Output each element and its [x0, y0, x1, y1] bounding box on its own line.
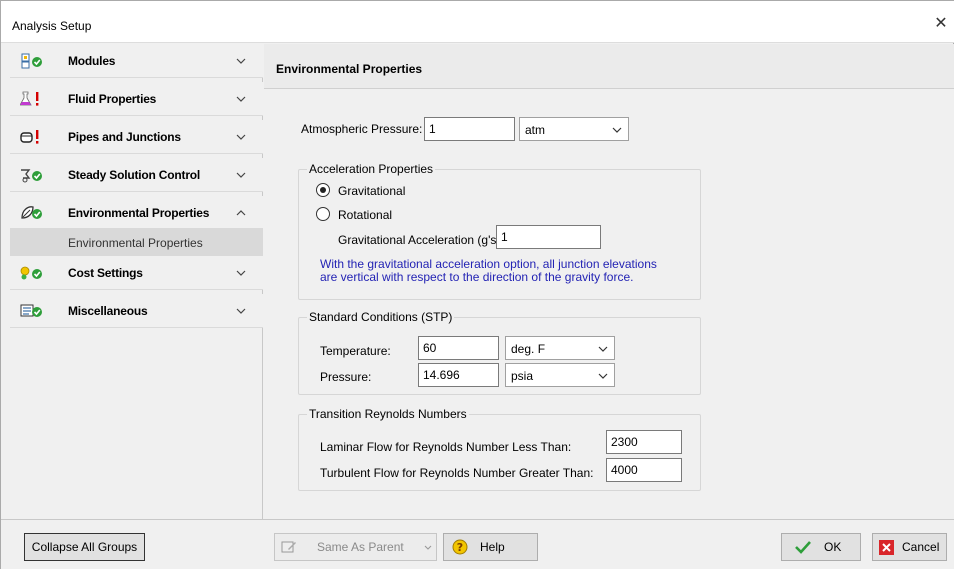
- pipes-junctions-warning-icon: [20, 130, 39, 144]
- turbulent-flow-label: Turbulent Flow for Reynolds Number Great…: [320, 466, 594, 480]
- ok-label: OK: [824, 540, 842, 554]
- chevron-down-icon: [236, 96, 246, 102]
- gravitational-radio[interactable]: [316, 183, 330, 197]
- cancel-button[interactable]: Cancel: [872, 533, 947, 561]
- gravitational-acceleration-input[interactable]: 1: [496, 225, 601, 249]
- chevron-up-icon: [236, 210, 246, 216]
- environmental-properties-icon: [21, 206, 42, 219]
- help-label: Help: [480, 540, 505, 554]
- cancel-x-icon: [879, 539, 894, 555]
- cancel-label: Cancel: [902, 540, 940, 554]
- acceleration-properties-legend: Acceleration Properties: [307, 162, 436, 176]
- turbulent-flow-input[interactable]: 4000: [606, 458, 682, 482]
- svg-text:?: ?: [457, 541, 463, 554]
- dialog-footer: Collapse All Groups Same As Parent ? Hel…: [1, 519, 954, 569]
- analysis-setup-window: Analysis Setup ✕ Modules Fluid Propertie…: [0, 0, 954, 569]
- chevron-down-icon: [236, 172, 246, 178]
- laminar-flow-label: Laminar Flow for Reynolds Number Less Th…: [320, 440, 572, 454]
- sidebar-group-modules[interactable]: Modules: [10, 44, 263, 78]
- same-as-parent-label: Same As Parent: [317, 540, 404, 554]
- collapse-all-groups-label: Collapse All Groups: [31, 540, 138, 554]
- sidebar-group-label: Fluid Properties: [68, 92, 157, 106]
- gravitational-acceleration-label: Gravitational Acceleration (g's):: [338, 233, 504, 247]
- selected-unit: psia: [511, 369, 534, 383]
- standard-conditions-group: Standard Conditions (STP) Temperature: 6…: [298, 310, 701, 395]
- sidebar-group-environmental-properties[interactable]: Environmental Properties: [10, 196, 263, 230]
- chevron-down-icon: [236, 58, 246, 64]
- pressure-unit-select[interactable]: psia: [505, 363, 615, 387]
- chevron-down-icon: [598, 373, 608, 379]
- help-button[interactable]: ? Help: [443, 533, 538, 561]
- sidebar-group-label: Steady Solution Control: [68, 168, 201, 182]
- acceleration-properties-group: Acceleration Properties Gravitational Ro…: [298, 162, 701, 300]
- sidebar-item-environmental-properties[interactable]: Environmental Properties: [10, 228, 263, 256]
- selected-unit: deg. F: [511, 342, 546, 356]
- chevron-down-icon: [424, 545, 432, 550]
- reynolds-numbers-group: Transition Reynolds Numbers Laminar Flow…: [298, 407, 701, 491]
- page-title: Environmental Properties: [276, 62, 423, 76]
- chevron-down-icon: [236, 270, 246, 276]
- chevron-down-icon: [612, 127, 622, 133]
- sidebar-group-pipes-junctions[interactable]: Pipes and Junctions: [10, 120, 263, 154]
- close-icon[interactable]: ✕: [933, 15, 949, 31]
- atmospheric-pressure-unit-select[interactable]: atm: [519, 117, 629, 141]
- rotational-label: Rotational: [338, 208, 393, 222]
- ok-button[interactable]: OK: [781, 533, 861, 561]
- atmospheric-pressure-label: Atmospheric Pressure:: [301, 122, 423, 136]
- help-icon: ?: [452, 539, 468, 555]
- window-title: Analysis Setup: [12, 19, 92, 33]
- sidebar-group-cost-settings[interactable]: Cost Settings: [10, 256, 263, 290]
- chevron-down-icon: [236, 134, 246, 140]
- temperature-label: Temperature:: [320, 344, 391, 358]
- acceleration-note-line2: are vertical with respect to the directi…: [320, 270, 634, 284]
- miscellaneous-icon: [20, 304, 42, 317]
- sidebar-group-label: Cost Settings: [68, 266, 143, 280]
- content-header: Environmental Properties: [264, 44, 954, 89]
- atmospheric-pressure-input[interactable]: 1: [424, 117, 515, 141]
- gravitational-label: Gravitational: [338, 184, 406, 198]
- same-as-parent-button[interactable]: Same As Parent: [274, 533, 437, 561]
- sidebar-group-label: Pipes and Junctions: [68, 130, 181, 144]
- selected-unit: atm: [525, 123, 546, 137]
- pressure-input[interactable]: 14.696: [418, 363, 499, 387]
- temperature-input[interactable]: 60: [418, 336, 499, 360]
- rotational-radio[interactable]: [316, 207, 330, 221]
- sidebar-item-label: Environmental Properties: [68, 236, 203, 250]
- sidebar-group-label: Modules: [68, 54, 116, 68]
- sidebar-group-label: Miscellaneous: [68, 304, 148, 318]
- standard-conditions-legend: Standard Conditions (STP): [307, 310, 455, 324]
- sidebar-group-label: Environmental Properties: [68, 206, 210, 220]
- cost-settings-icon: [20, 266, 42, 280]
- temperature-unit-select[interactable]: deg. F: [505, 336, 615, 360]
- edit-icon: [281, 541, 296, 553]
- sidebar-group-fluid-properties[interactable]: Fluid Properties: [10, 82, 263, 116]
- modules-icon: [21, 53, 42, 69]
- sidebar-group-miscellaneous[interactable]: Miscellaneous: [10, 294, 263, 328]
- reynolds-numbers-legend: Transition Reynolds Numbers: [307, 407, 469, 421]
- content-panel: Atmospheric Pressure: 1 atm Acceleration…: [264, 89, 954, 519]
- checkmark-icon: [795, 541, 811, 554]
- pressure-label: Pressure:: [320, 370, 372, 384]
- sidebar-group-steady-solution[interactable]: Steady Solution Control: [10, 158, 263, 192]
- steady-solution-icon: [21, 169, 42, 183]
- fluid-properties-warning-icon: [20, 91, 39, 106]
- title-bar: Analysis Setup ✕: [1, 1, 954, 43]
- collapse-all-groups-button[interactable]: Collapse All Groups: [24, 533, 145, 561]
- chevron-down-icon: [598, 346, 608, 352]
- sidebar: Modules Fluid Properties Pipes and Junct…: [10, 44, 263, 519]
- chevron-down-icon: [236, 308, 246, 314]
- laminar-flow-input[interactable]: 2300: [606, 430, 682, 454]
